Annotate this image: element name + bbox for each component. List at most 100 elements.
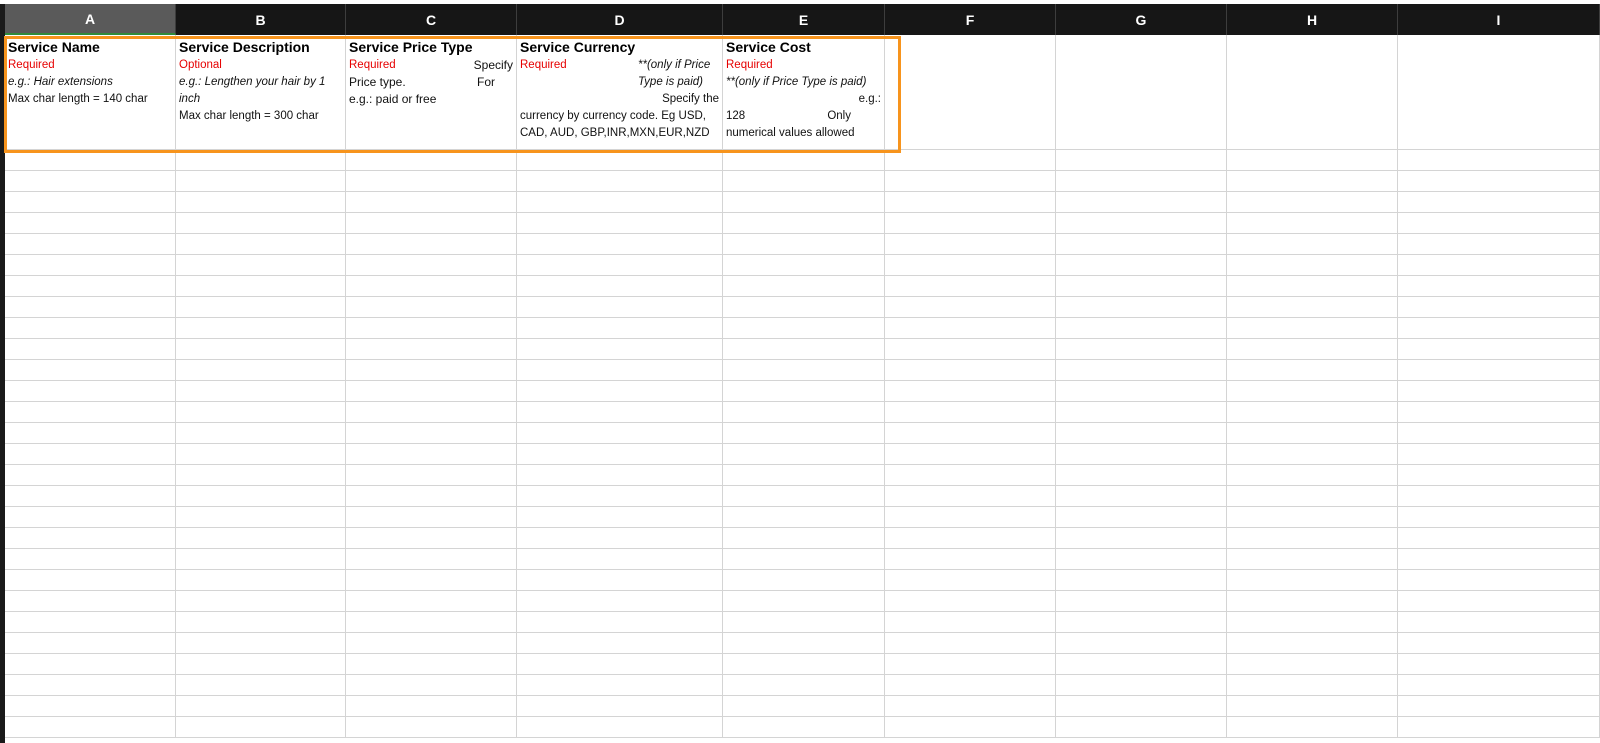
- empty-cell[interactable]: [885, 633, 1056, 654]
- empty-cell[interactable]: [885, 171, 1056, 192]
- empty-cell[interactable]: [1056, 444, 1227, 465]
- empty-cell[interactable]: [517, 213, 723, 234]
- empty-cell[interactable]: [723, 717, 885, 738]
- empty-cell[interactable]: [1398, 213, 1600, 234]
- cell-c1[interactable]: Service Price Type Required Specify Pric…: [346, 35, 517, 150]
- empty-cell[interactable]: [5, 675, 176, 696]
- empty-cell[interactable]: [5, 234, 176, 255]
- empty-cell[interactable]: [723, 549, 885, 570]
- empty-cell[interactable]: [346, 528, 517, 549]
- empty-cell[interactable]: [517, 528, 723, 549]
- empty-cell[interactable]: [517, 633, 723, 654]
- empty-cell[interactable]: [5, 297, 176, 318]
- empty-cell[interactable]: [1398, 591, 1600, 612]
- empty-cell[interactable]: [1227, 486, 1398, 507]
- empty-cell[interactable]: [723, 276, 885, 297]
- empty-cell[interactable]: [517, 465, 723, 486]
- empty-cell[interactable]: [5, 654, 176, 675]
- empty-cell[interactable]: [885, 234, 1056, 255]
- empty-cell[interactable]: [346, 507, 517, 528]
- empty-cell[interactable]: [1398, 486, 1600, 507]
- empty-cell[interactable]: [346, 276, 517, 297]
- empty-cell[interactable]: [517, 486, 723, 507]
- empty-cell[interactable]: [1398, 297, 1600, 318]
- empty-cell[interactable]: [1227, 297, 1398, 318]
- empty-cell[interactable]: [1056, 234, 1227, 255]
- empty-cell[interactable]: [1056, 696, 1227, 717]
- empty-cell[interactable]: [1056, 213, 1227, 234]
- empty-cell[interactable]: [176, 360, 346, 381]
- empty-cell[interactable]: [885, 570, 1056, 591]
- empty-cell[interactable]: [723, 486, 885, 507]
- empty-cell[interactable]: [1056, 402, 1227, 423]
- empty-cell[interactable]: [1227, 213, 1398, 234]
- empty-cell[interactable]: [5, 360, 176, 381]
- column-header-b[interactable]: B: [176, 4, 346, 35]
- empty-cell[interactable]: [176, 549, 346, 570]
- empty-cell[interactable]: [5, 339, 176, 360]
- empty-cell[interactable]: [1398, 255, 1600, 276]
- empty-cell[interactable]: [885, 696, 1056, 717]
- empty-cell[interactable]: [1398, 465, 1600, 486]
- empty-cell[interactable]: [346, 297, 517, 318]
- empty-cell[interactable]: [346, 612, 517, 633]
- empty-cell[interactable]: [1227, 150, 1398, 171]
- empty-cell[interactable]: [5, 255, 176, 276]
- empty-cell[interactable]: [517, 402, 723, 423]
- empty-cell[interactable]: [1056, 486, 1227, 507]
- empty-cell[interactable]: [517, 234, 723, 255]
- column-header-i[interactable]: I: [1398, 4, 1600, 35]
- empty-cell[interactable]: [5, 444, 176, 465]
- empty-cell[interactable]: [1056, 381, 1227, 402]
- empty-cell[interactable]: [1056, 654, 1227, 675]
- empty-cell[interactable]: [1227, 675, 1398, 696]
- empty-cell[interactable]: [517, 549, 723, 570]
- empty-cell[interactable]: [517, 654, 723, 675]
- empty-cell[interactable]: [176, 612, 346, 633]
- empty-cell[interactable]: [176, 213, 346, 234]
- empty-cell[interactable]: [5, 423, 176, 444]
- empty-cell[interactable]: [1398, 276, 1600, 297]
- empty-cell[interactable]: [1227, 570, 1398, 591]
- empty-cell[interactable]: [1398, 507, 1600, 528]
- cell-e1[interactable]: Service Cost Required **(only if Price T…: [723, 35, 885, 150]
- empty-cell[interactable]: [1227, 276, 1398, 297]
- empty-cell[interactable]: [723, 423, 885, 444]
- empty-cell[interactable]: [346, 549, 517, 570]
- empty-cell[interactable]: [5, 591, 176, 612]
- empty-cell[interactable]: [176, 507, 346, 528]
- empty-cell[interactable]: [1398, 675, 1600, 696]
- empty-cell[interactable]: [1056, 255, 1227, 276]
- empty-cell[interactable]: [346, 444, 517, 465]
- empty-cell[interactable]: [1056, 465, 1227, 486]
- empty-cell[interactable]: [5, 696, 176, 717]
- empty-cell[interactable]: [1056, 192, 1227, 213]
- empty-cell[interactable]: [5, 486, 176, 507]
- empty-cell[interactable]: [176, 381, 346, 402]
- cell-b1[interactable]: Service Description Optional e.g.: Lengt…: [176, 35, 346, 150]
- empty-cell[interactable]: [517, 192, 723, 213]
- empty-cell[interactable]: [1056, 591, 1227, 612]
- empty-cell[interactable]: [885, 192, 1056, 213]
- empty-cell[interactable]: [346, 486, 517, 507]
- empty-cell[interactable]: [346, 318, 517, 339]
- empty-cell[interactable]: [723, 633, 885, 654]
- empty-cell[interactable]: [1227, 423, 1398, 444]
- empty-cell[interactable]: [346, 402, 517, 423]
- empty-cell[interactable]: [1056, 507, 1227, 528]
- empty-cell[interactable]: [5, 717, 176, 738]
- empty-cell[interactable]: [1398, 339, 1600, 360]
- empty-cell[interactable]: [1227, 360, 1398, 381]
- empty-cell[interactable]: [517, 591, 723, 612]
- column-header-e[interactable]: E: [723, 4, 885, 35]
- empty-cell[interactable]: [723, 570, 885, 591]
- empty-cell[interactable]: [176, 171, 346, 192]
- empty-cell[interactable]: [723, 654, 885, 675]
- empty-cell[interactable]: [1056, 150, 1227, 171]
- empty-cell[interactable]: [5, 633, 176, 654]
- empty-cell[interactable]: [176, 696, 346, 717]
- empty-cell[interactable]: [1398, 360, 1600, 381]
- empty-cell[interactable]: [517, 150, 723, 171]
- empty-cell[interactable]: [885, 297, 1056, 318]
- empty-cell[interactable]: [176, 150, 346, 171]
